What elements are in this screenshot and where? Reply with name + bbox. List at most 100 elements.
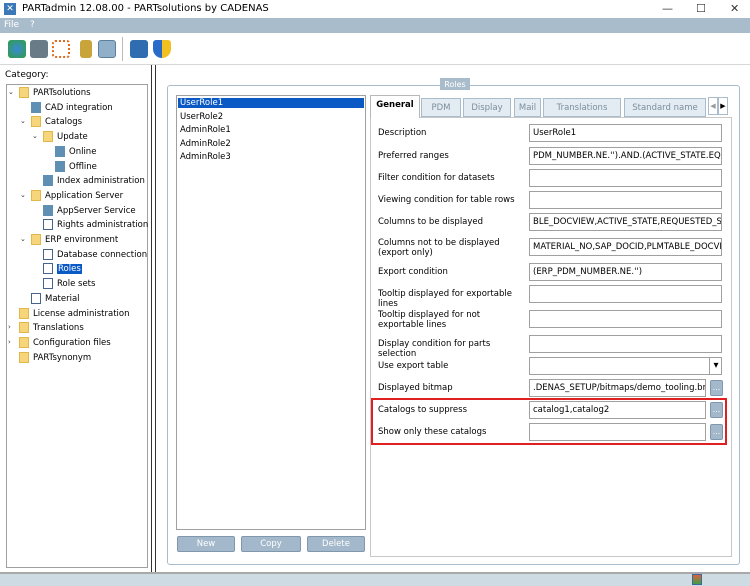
tree-item[interactable]: Configuration files xyxy=(19,336,111,350)
collapse-icon[interactable]: ⌄ xyxy=(8,88,14,96)
new-button[interactable]: New xyxy=(177,536,235,552)
delete-button[interactable]: Delete xyxy=(307,536,365,552)
gear-icon[interactable] xyxy=(98,40,116,58)
collapse-icon[interactable]: ⌄ xyxy=(20,117,26,125)
folder-icon xyxy=(19,322,29,334)
collapse-icon[interactable]: ⌄ xyxy=(20,235,26,243)
field-label: Tooltip displayed for not exportable lin… xyxy=(378,310,481,330)
folder-icon xyxy=(43,131,53,143)
field-label: Tooltip displayed for exportable lines xyxy=(378,289,512,309)
panel-splitter[interactable] xyxy=(151,65,156,572)
tree-item[interactable]: Rights administration xyxy=(43,218,148,232)
role-list-item[interactable]: AdminRole1 xyxy=(180,125,231,135)
folder-icon xyxy=(31,234,41,245)
columns-to-be-displayed-field[interactable]: BLE_DOCVIEW,ACTIVE_STATE,REQUESTED_STATE xyxy=(529,213,722,231)
page-icon xyxy=(43,263,53,275)
close-button[interactable]: ✕ xyxy=(730,2,739,15)
tab-translations[interactable]: Translations xyxy=(543,98,621,117)
collapse-icon[interactable]: ⌄ xyxy=(32,132,38,140)
viewing-condition-for-table-rows-field[interactable] xyxy=(529,191,722,209)
maximize-button[interactable]: ☐ xyxy=(696,2,706,15)
keys-icon[interactable] xyxy=(80,40,92,58)
field-label: Viewing condition for table rows xyxy=(378,195,515,205)
tree-item[interactable]: PARTsynonym xyxy=(19,351,91,365)
tree-item[interactable]: AppServer Service xyxy=(43,204,136,218)
export-condition-field[interactable]: (ERP_PDM_NUMBER.NE.'') xyxy=(529,263,722,281)
category-tree[interactable]: ⌄ PARTsolutions CAD integration ⌄ Catalogs ⌄ U… xyxy=(6,84,148,568)
dropdown-arrow-icon[interactable]: ▾ xyxy=(709,357,722,375)
collapse-icon[interactable]: ⌄ xyxy=(20,191,26,199)
tree-item[interactable]: ERP environment xyxy=(31,233,118,247)
tree-item-label: Update xyxy=(57,132,88,143)
tree-item[interactable]: CAD integration xyxy=(31,101,113,115)
tree-icon[interactable] xyxy=(52,40,70,58)
tree-item[interactable]: Translations xyxy=(19,321,84,335)
tree-item-label: Application Server xyxy=(45,190,124,201)
role-list-item[interactable]: AdminRole3 xyxy=(180,152,231,162)
tree-item[interactable]: Role sets xyxy=(43,277,95,291)
tree-item[interactable]: Offline xyxy=(55,160,97,174)
field-label: Columns to be displayed xyxy=(378,217,484,227)
tree-item-label: Offline xyxy=(69,161,97,172)
page-icon xyxy=(43,248,53,260)
tree-item[interactable]: Update xyxy=(43,130,88,144)
printer-icon[interactable] xyxy=(30,40,48,58)
field-label: Filter condition for datasets xyxy=(378,173,495,183)
tree-item[interactable]: Catalogs xyxy=(31,115,82,129)
tree-item[interactable]: Online xyxy=(55,145,96,159)
expand-icon[interactable]: › xyxy=(8,323,11,331)
field-label: Display condition for parts selection xyxy=(378,339,491,359)
tab-scroll-right[interactable]: ▶ xyxy=(718,97,728,115)
use-export-table-field[interactable] xyxy=(529,357,722,375)
minimize-button[interactable]: — xyxy=(662,2,673,15)
roles-list[interactable]: UserRole1 UserRole2 AdminRole1 AdminRole2 Ad… xyxy=(176,95,366,530)
role-list-item[interactable]: UserRole2 xyxy=(180,112,223,122)
tree-item-label: PARTsynonym xyxy=(33,352,92,363)
role-list-item[interactable]: UserRole1 xyxy=(178,98,364,108)
filter-condition-for-datasets-field[interactable] xyxy=(529,169,722,187)
category-label: Category: xyxy=(5,70,49,80)
tree-item[interactable]: License administration xyxy=(19,307,130,321)
tree-item-label: Database connection xyxy=(57,249,148,260)
save-icon[interactable] xyxy=(130,40,148,58)
menu-file[interactable]: File xyxy=(4,20,19,30)
displayed-bitmap-field[interactable]: .DENAS_SETUP/bitmaps/demo_tooling.bmp xyxy=(529,379,706,397)
preferred-ranges-field[interactable]: PDM_NUMBER.NE.'').AND.(ACTIVE_STATE.EQ.1… xyxy=(529,147,722,165)
highlight-box xyxy=(371,398,727,445)
shield-icon[interactable] xyxy=(153,40,171,58)
item-icon xyxy=(43,204,53,216)
description-field[interactable]: UserRole1 xyxy=(529,124,722,142)
tab-display[interactable]: Display xyxy=(463,98,511,117)
expand-icon[interactable]: › xyxy=(8,338,11,346)
display-condition-for-parts-selection-field[interactable] xyxy=(529,335,722,353)
tree-item[interactable]: Application Server xyxy=(31,189,123,203)
tab-pdm[interactable]: PDM xyxy=(421,98,461,117)
browse-button[interactable]: ... xyxy=(710,380,723,396)
columns-not-to-be-displayed-export-only-field[interactable]: MATERIAL_NO,SAP_DOCID,PLMTABLE_DOCVIEW xyxy=(529,238,722,256)
tree-item[interactable]: PARTsolutions xyxy=(19,86,91,100)
tooltip-displayed-for-exportable-lines-field[interactable] xyxy=(529,285,722,303)
menu-bar: File ? xyxy=(0,18,750,33)
tab-mail[interactable]: Mail xyxy=(514,98,541,117)
tree-item-label: Index administration xyxy=(57,176,145,187)
tab-general[interactable]: General xyxy=(370,95,420,118)
tab-scroll-left[interactable]: ◀ xyxy=(708,97,718,115)
folder-icon xyxy=(19,351,29,363)
tooltip-displayed-for-not-exportable-lines-field[interactable] xyxy=(529,310,722,328)
tree-item[interactable]: Material xyxy=(31,292,80,306)
menu-help[interactable]: ? xyxy=(30,20,35,30)
role-list-item[interactable]: AdminRole2 xyxy=(180,139,231,149)
tree-item[interactable]: Roles xyxy=(43,262,82,276)
item-icon xyxy=(43,175,53,187)
tree-item[interactable]: Index administration xyxy=(43,174,145,188)
page-icon xyxy=(31,292,41,304)
copy-button[interactable]: Copy xyxy=(241,536,301,552)
tab-standard-name[interactable]: Standard name xyxy=(624,98,706,117)
tree-item-label: Online xyxy=(69,146,97,157)
tree-item-label: Role sets xyxy=(57,279,96,290)
roles-group-title: Roles xyxy=(440,78,470,90)
tree-item[interactable]: Database connection xyxy=(43,248,147,262)
toolbar-separator xyxy=(122,37,123,61)
tree-item-label: Rights administration xyxy=(57,220,149,231)
refresh-icon[interactable] xyxy=(8,40,26,58)
